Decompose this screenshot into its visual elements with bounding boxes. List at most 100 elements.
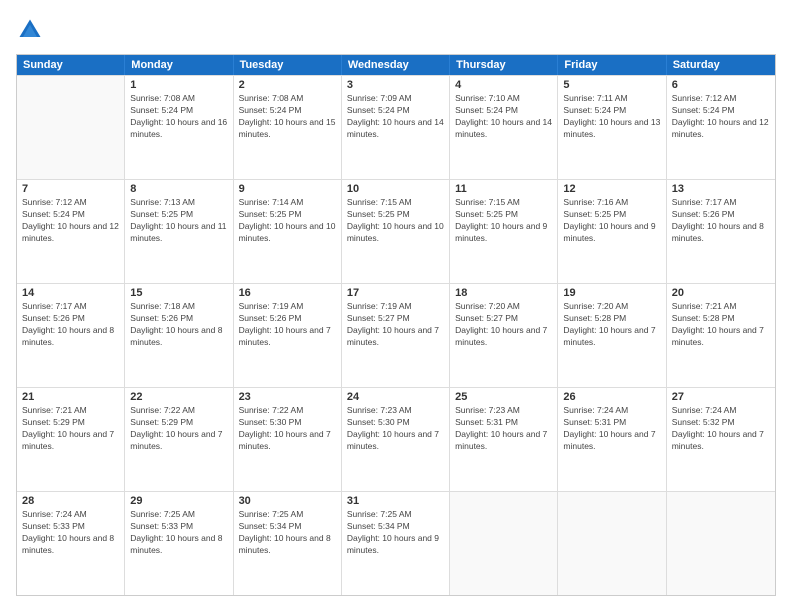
logo bbox=[16, 16, 48, 44]
day-info: Sunrise: 7:24 AMSunset: 5:33 PMDaylight:… bbox=[22, 509, 119, 557]
day-number: 20 bbox=[672, 287, 770, 299]
calendar-cell: 6Sunrise: 7:12 AMSunset: 5:24 PMDaylight… bbox=[667, 76, 775, 179]
calendar-cell bbox=[667, 492, 775, 595]
logo-icon bbox=[16, 16, 44, 44]
day-number: 8 bbox=[130, 183, 227, 195]
calendar-cell: 21 Sunrise: 7:21 AMSunset: 5:29 PMDayligh… bbox=[17, 388, 125, 491]
day-info: Sunrise: 7:12 AMSunset: 5:24 PMDaylight:… bbox=[22, 197, 119, 245]
day-number: 24 bbox=[347, 391, 444, 403]
weekday-header: Monday bbox=[125, 55, 233, 75]
weekday-header: Sunday bbox=[17, 55, 125, 75]
calendar-cell: 7 Sunrise: 7:12 AMSunset: 5:24 PMDaylight… bbox=[17, 180, 125, 283]
day-number: 23 bbox=[239, 391, 336, 403]
calendar: SundayMondayTuesdayWednesdayThursdayFrid… bbox=[16, 54, 776, 596]
calendar-cell: 24 Sunrise: 7:23 AMSunset: 5:30 PMDayligh… bbox=[342, 388, 450, 491]
day-info: Sunrise: 7:24 AMSunset: 5:31 PMDaylight:… bbox=[563, 405, 660, 453]
day-number: 19 bbox=[563, 287, 660, 299]
day-number: 25 bbox=[455, 391, 552, 403]
calendar-cell bbox=[450, 492, 558, 595]
day-info: Sunrise: 7:15 AMSunset: 5:25 PMDaylight:… bbox=[455, 197, 552, 245]
day-info: Sunrise: 7:09 AMSunset: 5:24 PMDaylight:… bbox=[347, 93, 444, 141]
calendar-cell: 10 Sunrise: 7:15 AMSunset: 5:25 PMDayligh… bbox=[342, 180, 450, 283]
day-info: Sunrise: 7:19 AMSunset: 5:27 PMDaylight:… bbox=[347, 301, 444, 349]
calendar-cell: 28 Sunrise: 7:24 AMSunset: 5:33 PMDayligh… bbox=[17, 492, 125, 595]
header bbox=[16, 16, 776, 44]
calendar-cell: 12 Sunrise: 7:16 AMSunset: 5:25 PMDayligh… bbox=[558, 180, 666, 283]
day-info: Sunrise: 7:24 AMSunset: 5:32 PMDaylight:… bbox=[672, 405, 770, 453]
day-info: Sunrise: 7:14 AMSunset: 5:25 PMDaylight:… bbox=[239, 197, 336, 245]
day-info: Sunrise: 7:16 AMSunset: 5:25 PMDaylight:… bbox=[563, 197, 660, 245]
day-info: Sunrise: 7:22 AMSunset: 5:30 PMDaylight:… bbox=[239, 405, 336, 453]
day-number: 5 bbox=[563, 79, 660, 91]
calendar-row: 21 Sunrise: 7:21 AMSunset: 5:29 PMDayligh… bbox=[17, 387, 775, 491]
calendar-row: 28 Sunrise: 7:24 AMSunset: 5:33 PMDayligh… bbox=[17, 491, 775, 595]
calendar-cell: 2Sunrise: 7:08 AMSunset: 5:24 PMDaylight… bbox=[234, 76, 342, 179]
day-info: Sunrise: 7:25 AMSunset: 5:33 PMDaylight:… bbox=[130, 509, 227, 557]
day-number: 17 bbox=[347, 287, 444, 299]
day-number: 9 bbox=[239, 183, 336, 195]
day-number: 7 bbox=[22, 183, 119, 195]
day-number: 12 bbox=[563, 183, 660, 195]
day-info: Sunrise: 7:08 AMSunset: 5:24 PMDaylight:… bbox=[130, 93, 227, 141]
calendar-cell: 5 Sunrise: 7:11 AMSunset: 5:24 PMDaylight… bbox=[558, 76, 666, 179]
day-info: Sunrise: 7:20 AMSunset: 5:28 PMDaylight:… bbox=[563, 301, 660, 349]
calendar-cell: 27 Sunrise: 7:24 AMSunset: 5:32 PMDayligh… bbox=[667, 388, 775, 491]
page: SundayMondayTuesdayWednesdayThursdayFrid… bbox=[0, 0, 792, 612]
day-info: Sunrise: 7:10 AMSunset: 5:24 PMDaylight:… bbox=[455, 93, 552, 141]
weekday-header: Wednesday bbox=[342, 55, 450, 75]
day-info: Sunrise: 7:13 AMSunset: 5:25 PMDaylight:… bbox=[130, 197, 227, 245]
calendar-cell: 19 Sunrise: 7:20 AMSunset: 5:28 PMDayligh… bbox=[558, 284, 666, 387]
day-number: 13 bbox=[672, 183, 770, 195]
day-number: 4 bbox=[455, 79, 552, 91]
calendar-row: 1Sunrise: 7:08 AMSunset: 5:24 PMDaylight… bbox=[17, 75, 775, 179]
day-info: Sunrise: 7:17 AMSunset: 5:26 PMDaylight:… bbox=[22, 301, 119, 349]
calendar-cell: 22 Sunrise: 7:22 AMSunset: 5:29 PMDayligh… bbox=[125, 388, 233, 491]
weekday-header: Saturday bbox=[667, 55, 775, 75]
day-number: 2 bbox=[239, 79, 336, 91]
day-number: 29 bbox=[130, 495, 227, 507]
day-info: Sunrise: 7:23 AMSunset: 5:30 PMDaylight:… bbox=[347, 405, 444, 453]
calendar-cell: 1Sunrise: 7:08 AMSunset: 5:24 PMDaylight… bbox=[125, 76, 233, 179]
day-number: 10 bbox=[347, 183, 444, 195]
calendar-cell: 18 Sunrise: 7:20 AMSunset: 5:27 PMDayligh… bbox=[450, 284, 558, 387]
calendar-cell bbox=[17, 76, 125, 179]
calendar-row: 7 Sunrise: 7:12 AMSunset: 5:24 PMDaylight… bbox=[17, 179, 775, 283]
weekday-header: Friday bbox=[558, 55, 666, 75]
day-number: 21 bbox=[22, 391, 119, 403]
day-number: 18 bbox=[455, 287, 552, 299]
day-info: Sunrise: 7:20 AMSunset: 5:27 PMDaylight:… bbox=[455, 301, 552, 349]
day-number: 28 bbox=[22, 495, 119, 507]
calendar-cell: 15 Sunrise: 7:18 AMSunset: 5:26 PMDayligh… bbox=[125, 284, 233, 387]
calendar-cell: 20Sunrise: 7:21 AMSunset: 5:28 PMDayligh… bbox=[667, 284, 775, 387]
calendar-cell: 4 Sunrise: 7:10 AMSunset: 5:24 PMDaylight… bbox=[450, 76, 558, 179]
calendar-cell: 25Sunrise: 7:23 AMSunset: 5:31 PMDayligh… bbox=[450, 388, 558, 491]
day-number: 15 bbox=[130, 287, 227, 299]
day-info: Sunrise: 7:17 AMSunset: 5:26 PMDaylight:… bbox=[672, 197, 770, 245]
day-number: 27 bbox=[672, 391, 770, 403]
day-info: Sunrise: 7:12 AMSunset: 5:24 PMDaylight:… bbox=[672, 93, 770, 141]
calendar-row: 14Sunrise: 7:17 AMSunset: 5:26 PMDayligh… bbox=[17, 283, 775, 387]
day-info: Sunrise: 7:21 AMSunset: 5:29 PMDaylight:… bbox=[22, 405, 119, 453]
day-info: Sunrise: 7:22 AMSunset: 5:29 PMDaylight:… bbox=[130, 405, 227, 453]
calendar-cell: 31Sunrise: 7:25 AMSunset: 5:34 PMDayligh… bbox=[342, 492, 450, 595]
calendar-body: 1Sunrise: 7:08 AMSunset: 5:24 PMDaylight… bbox=[17, 75, 775, 595]
calendar-cell bbox=[558, 492, 666, 595]
day-number: 16 bbox=[239, 287, 336, 299]
day-number: 22 bbox=[130, 391, 227, 403]
weekday-header: Tuesday bbox=[234, 55, 342, 75]
day-info: Sunrise: 7:15 AMSunset: 5:25 PMDaylight:… bbox=[347, 197, 444, 245]
weekday-header: Thursday bbox=[450, 55, 558, 75]
day-number: 30 bbox=[239, 495, 336, 507]
calendar-cell: 26 Sunrise: 7:24 AMSunset: 5:31 PMDayligh… bbox=[558, 388, 666, 491]
calendar-cell: 13 Sunrise: 7:17 AMSunset: 5:26 PMDayligh… bbox=[667, 180, 775, 283]
day-info: Sunrise: 7:19 AMSunset: 5:26 PMDaylight:… bbox=[239, 301, 336, 349]
day-info: Sunrise: 7:18 AMSunset: 5:26 PMDaylight:… bbox=[130, 301, 227, 349]
calendar-cell: 9 Sunrise: 7:14 AMSunset: 5:25 PMDaylight… bbox=[234, 180, 342, 283]
day-number: 26 bbox=[563, 391, 660, 403]
calendar-cell: 14Sunrise: 7:17 AMSunset: 5:26 PMDayligh… bbox=[17, 284, 125, 387]
calendar-cell: 29 Sunrise: 7:25 AMSunset: 5:33 PMDayligh… bbox=[125, 492, 233, 595]
day-info: Sunrise: 7:11 AMSunset: 5:24 PMDaylight:… bbox=[563, 93, 660, 141]
day-info: Sunrise: 7:25 AMSunset: 5:34 PMDaylight:… bbox=[239, 509, 336, 557]
calendar-cell: 16 Sunrise: 7:19 AMSunset: 5:26 PMDayligh… bbox=[234, 284, 342, 387]
day-number: 31 bbox=[347, 495, 444, 507]
